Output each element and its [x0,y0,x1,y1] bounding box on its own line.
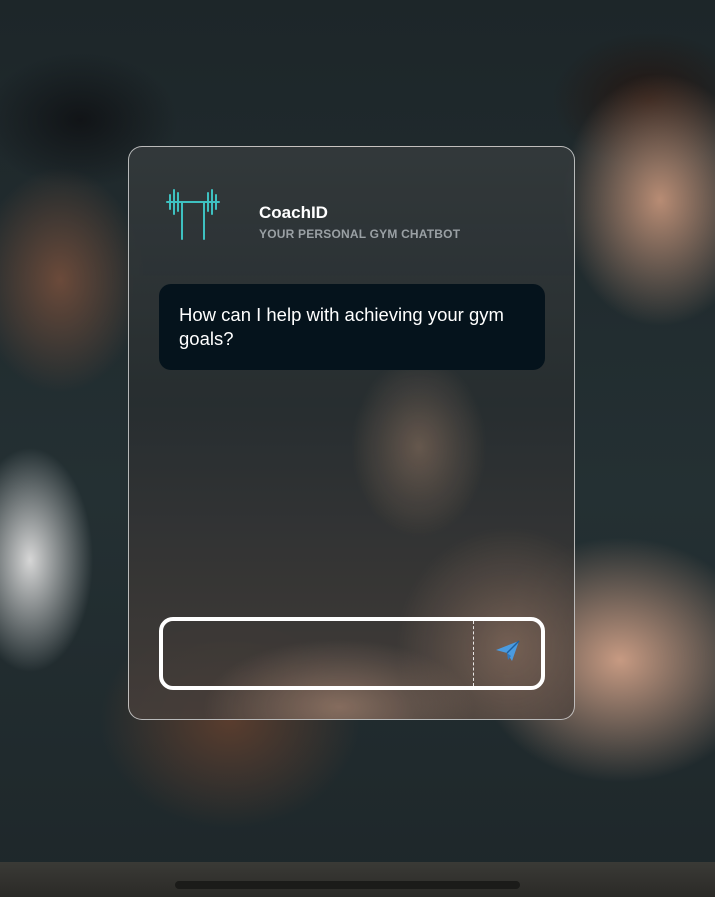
app-title: CoachID [259,203,328,222]
send-button[interactable] [474,621,541,686]
floor [0,862,715,897]
bot-message-bubble: How can I help with achieving your gym g… [159,284,545,370]
bot-message-text: How can I help with achieving your gym g… [179,304,504,349]
message-composer [159,617,545,690]
send-icon [495,640,521,667]
floor-bar [175,881,520,889]
app-tagline: YOUR PERSONAL GYM CHATBOT [259,227,461,241]
dumbbell-logo-icon [165,187,221,241]
chat-window: CoachID YOUR PERSONAL GYM CHATBOT How ca… [128,146,575,720]
message-input[interactable] [163,621,473,686]
